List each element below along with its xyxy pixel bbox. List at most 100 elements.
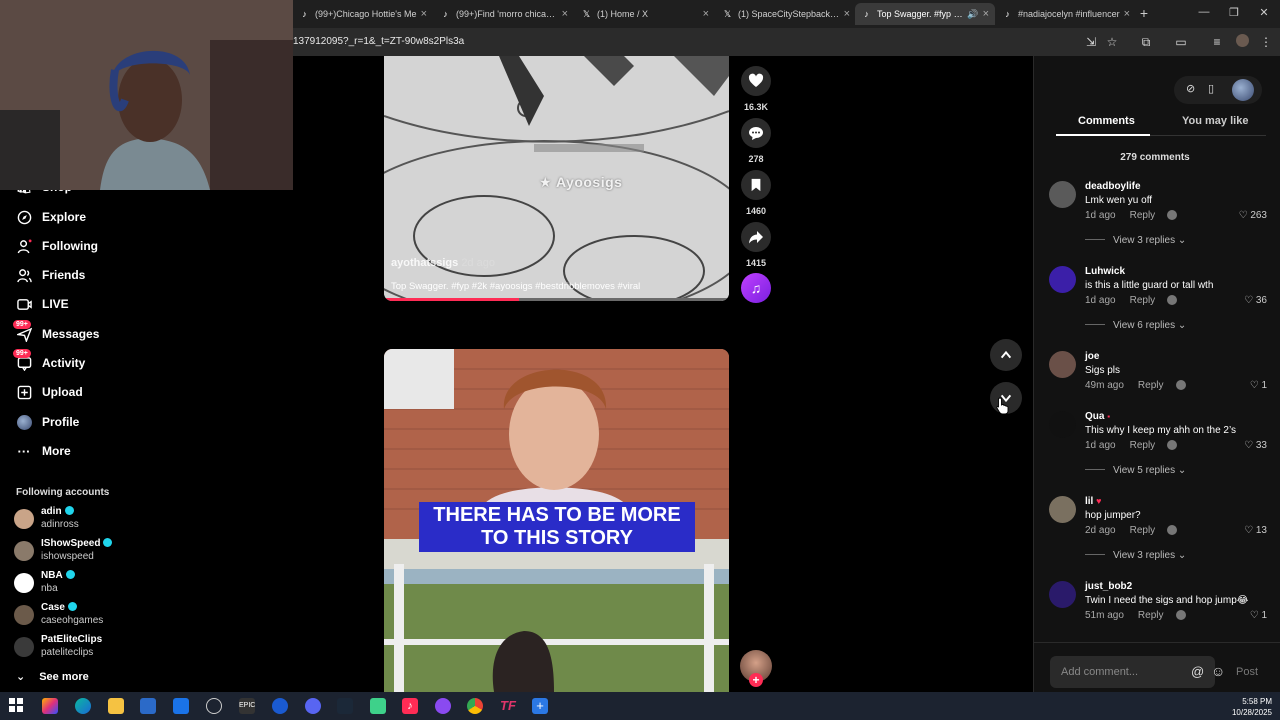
tiktok-app-icon[interactable]: ♪ xyxy=(402,698,418,714)
windows-start-icon[interactable] xyxy=(9,698,25,714)
file-explorer-icon[interactable] xyxy=(108,698,124,714)
store-icon[interactable] xyxy=(140,698,156,714)
video-author[interactable]: ayothatssigs 2d ago xyxy=(391,257,495,269)
outlook-icon[interactable] xyxy=(173,698,189,714)
following-account[interactable]: NBA nba xyxy=(14,570,144,598)
nav-item-friends[interactable]: Friends xyxy=(16,265,85,285)
new-tab-icon[interactable]: + xyxy=(1137,5,1151,21)
comment-username[interactable]: lil ♥ xyxy=(1085,496,1101,507)
tab-you-may-like[interactable]: You may like xyxy=(1182,115,1248,127)
mention-icon[interactable]: @ xyxy=(1191,664,1204,679)
comment-like-button[interactable]: ♡ 263 xyxy=(1239,210,1267,221)
nav-item-profile[interactable]: Profile xyxy=(16,412,79,432)
avatar[interactable] xyxy=(1049,181,1076,208)
browser-tab-active[interactable]: ♪ Top Swagger. #fyp #2k 🔊 × xyxy=(855,3,995,25)
edge-icon[interactable] xyxy=(75,698,91,714)
video-caption[interactable]: Top Swagger. #fyp #2k #ayoosigs #bestdri… xyxy=(391,281,640,292)
reply-button[interactable]: Reply xyxy=(1130,295,1156,306)
follow-plus-icon[interactable]: + xyxy=(749,673,763,687)
install-app-icon[interactable]: ⇲ xyxy=(1083,34,1099,50)
tab-close-icon[interactable]: × xyxy=(421,8,427,20)
reply-button[interactable]: Reply xyxy=(1130,440,1156,451)
comment-username[interactable]: just_bob2 xyxy=(1085,581,1132,592)
cast-icon[interactable]: ▭ xyxy=(1173,34,1189,50)
system-clock[interactable]: 5:58 PM 10/28/2025 xyxy=(1232,696,1272,718)
comment-like-button[interactable]: ♡ 33 xyxy=(1244,440,1267,451)
view-replies-button[interactable]: View 3 replies ⌄ xyxy=(1085,550,1186,561)
user-avatar[interactable] xyxy=(1232,79,1254,101)
coin-icon[interactable]: ⊘ xyxy=(1186,82,1195,95)
add-app-icon[interactable]: + xyxy=(532,698,548,714)
tab-close-icon[interactable]: × xyxy=(703,8,709,20)
tab-close-icon[interactable]: × xyxy=(844,8,850,20)
like-button[interactable]: 16.3K xyxy=(740,66,772,112)
comment-like-button[interactable]: ♡ 1 xyxy=(1250,610,1267,621)
media-controls-icon[interactable]: ≡ xyxy=(1209,34,1225,50)
nav-item-upload[interactable]: Upload xyxy=(16,382,83,402)
media-app-icon[interactable] xyxy=(370,698,386,714)
tab-comments[interactable]: Comments xyxy=(1078,115,1135,127)
tab-close-icon[interactable]: × xyxy=(562,8,568,20)
comment-username[interactable]: joe xyxy=(1085,351,1099,362)
tab-close-icon[interactable]: × xyxy=(1124,8,1130,20)
browser-tab[interactable]: ♪ (99+)Chicago Hottie's Me × xyxy=(293,3,433,25)
music-disc-button[interactable]: ♫ xyxy=(740,273,772,303)
add-comment-input[interactable]: Add comment... @ ☺ xyxy=(1050,656,1225,688)
tf-app-icon[interactable]: TF xyxy=(500,698,516,714)
save-button[interactable]: 1460 xyxy=(740,170,772,216)
extensions-icon[interactable]: ⧉ xyxy=(1138,34,1154,50)
chatgpt-icon[interactable] xyxy=(206,698,222,714)
avatar[interactable] xyxy=(1049,581,1076,608)
avatar[interactable] xyxy=(1049,496,1076,523)
avatar[interactable] xyxy=(1049,351,1076,378)
browser-tab[interactable]: ♪ (99+)Find 'morro chicago' × xyxy=(434,3,574,25)
restore-icon[interactable]: ❐ xyxy=(1226,6,1242,19)
browser-tab[interactable]: 𝕏 (1) SpaceCityStepback on × xyxy=(716,3,856,25)
nav-item-explore[interactable]: Explore xyxy=(16,207,86,227)
reply-button[interactable]: Reply xyxy=(1130,210,1156,221)
video-player-1[interactable]: ★ Ayoosigs ayothatssigs 2d ago Top Swagg… xyxy=(384,56,729,301)
emoji-icon[interactable]: ☺ xyxy=(1211,663,1225,679)
see-more-button[interactable]: ⌄ See more xyxy=(16,670,89,683)
video-player-2[interactable]: THERE HAS TO BE MORE TO THIS STORY xyxy=(384,349,729,692)
comment-like-button[interactable]: ♡ 13 xyxy=(1244,525,1267,536)
following-account[interactable]: IShowSpeed ishowspeed xyxy=(14,538,144,566)
reply-button[interactable]: Reply xyxy=(1138,380,1164,391)
avatar[interactable] xyxy=(1049,266,1076,293)
device-icon[interactable]: ▯ xyxy=(1208,82,1214,95)
copilot-icon[interactable] xyxy=(42,698,58,714)
epic-games-icon[interactable]: EPIC xyxy=(239,698,255,714)
comment-button[interactable]: 278 xyxy=(740,118,772,164)
following-account[interactable]: PatEliteClips pateliteclips xyxy=(14,634,144,662)
discord-icon[interactable] xyxy=(305,698,321,714)
post-button[interactable]: Post xyxy=(1236,666,1258,678)
avatar[interactable] xyxy=(1049,411,1076,438)
comment-like-button[interactable]: ♡ 36 xyxy=(1244,295,1267,306)
nav-item-following[interactable]: Following xyxy=(16,236,98,256)
steam-icon[interactable] xyxy=(337,698,353,714)
nav-item-live[interactable]: LIVE xyxy=(16,294,69,314)
reply-button[interactable]: Reply xyxy=(1138,610,1164,621)
bookmark-star-icon[interactable]: ☆ xyxy=(1104,34,1120,50)
audio-icon[interactable]: 🔊 xyxy=(967,9,978,20)
reply-button[interactable]: Reply xyxy=(1130,525,1156,536)
profile-avatar-icon[interactable] xyxy=(1234,34,1250,50)
chrome-icon[interactable] xyxy=(467,698,483,714)
tab-close-icon[interactable]: × xyxy=(983,8,989,20)
share-button[interactable]: 1415 xyxy=(740,222,772,268)
comment-username[interactable]: Luhwick xyxy=(1085,266,1125,277)
comment-username[interactable]: deadboylife xyxy=(1085,181,1141,192)
previous-video-button[interactable] xyxy=(990,339,1022,371)
kebab-menu-icon[interactable]: ⋮ xyxy=(1258,34,1274,50)
url-text[interactable]: 137912095?_r=1&_t=ZT-90w8s2Pls3a xyxy=(293,36,464,47)
close-window-icon[interactable]: ✕ xyxy=(1256,6,1272,19)
nav-item-messages[interactable]: 99+ Messages xyxy=(13,320,99,344)
view-replies-button[interactable]: View 6 replies ⌄ xyxy=(1085,320,1186,331)
nav-item-activity[interactable]: 99+ Activity xyxy=(13,349,85,373)
minimize-icon[interactable]: — xyxy=(1196,6,1212,18)
comment-like-button[interactable]: ♡ 1 xyxy=(1250,380,1267,391)
browser-tab[interactable]: ♪ #nadiajocelyn #influencer × xyxy=(996,3,1136,25)
nav-item-more[interactable]: ··· More xyxy=(16,441,71,461)
view-replies-button[interactable]: View 3 replies ⌄ xyxy=(1085,235,1186,246)
app-icon[interactable] xyxy=(272,698,288,714)
